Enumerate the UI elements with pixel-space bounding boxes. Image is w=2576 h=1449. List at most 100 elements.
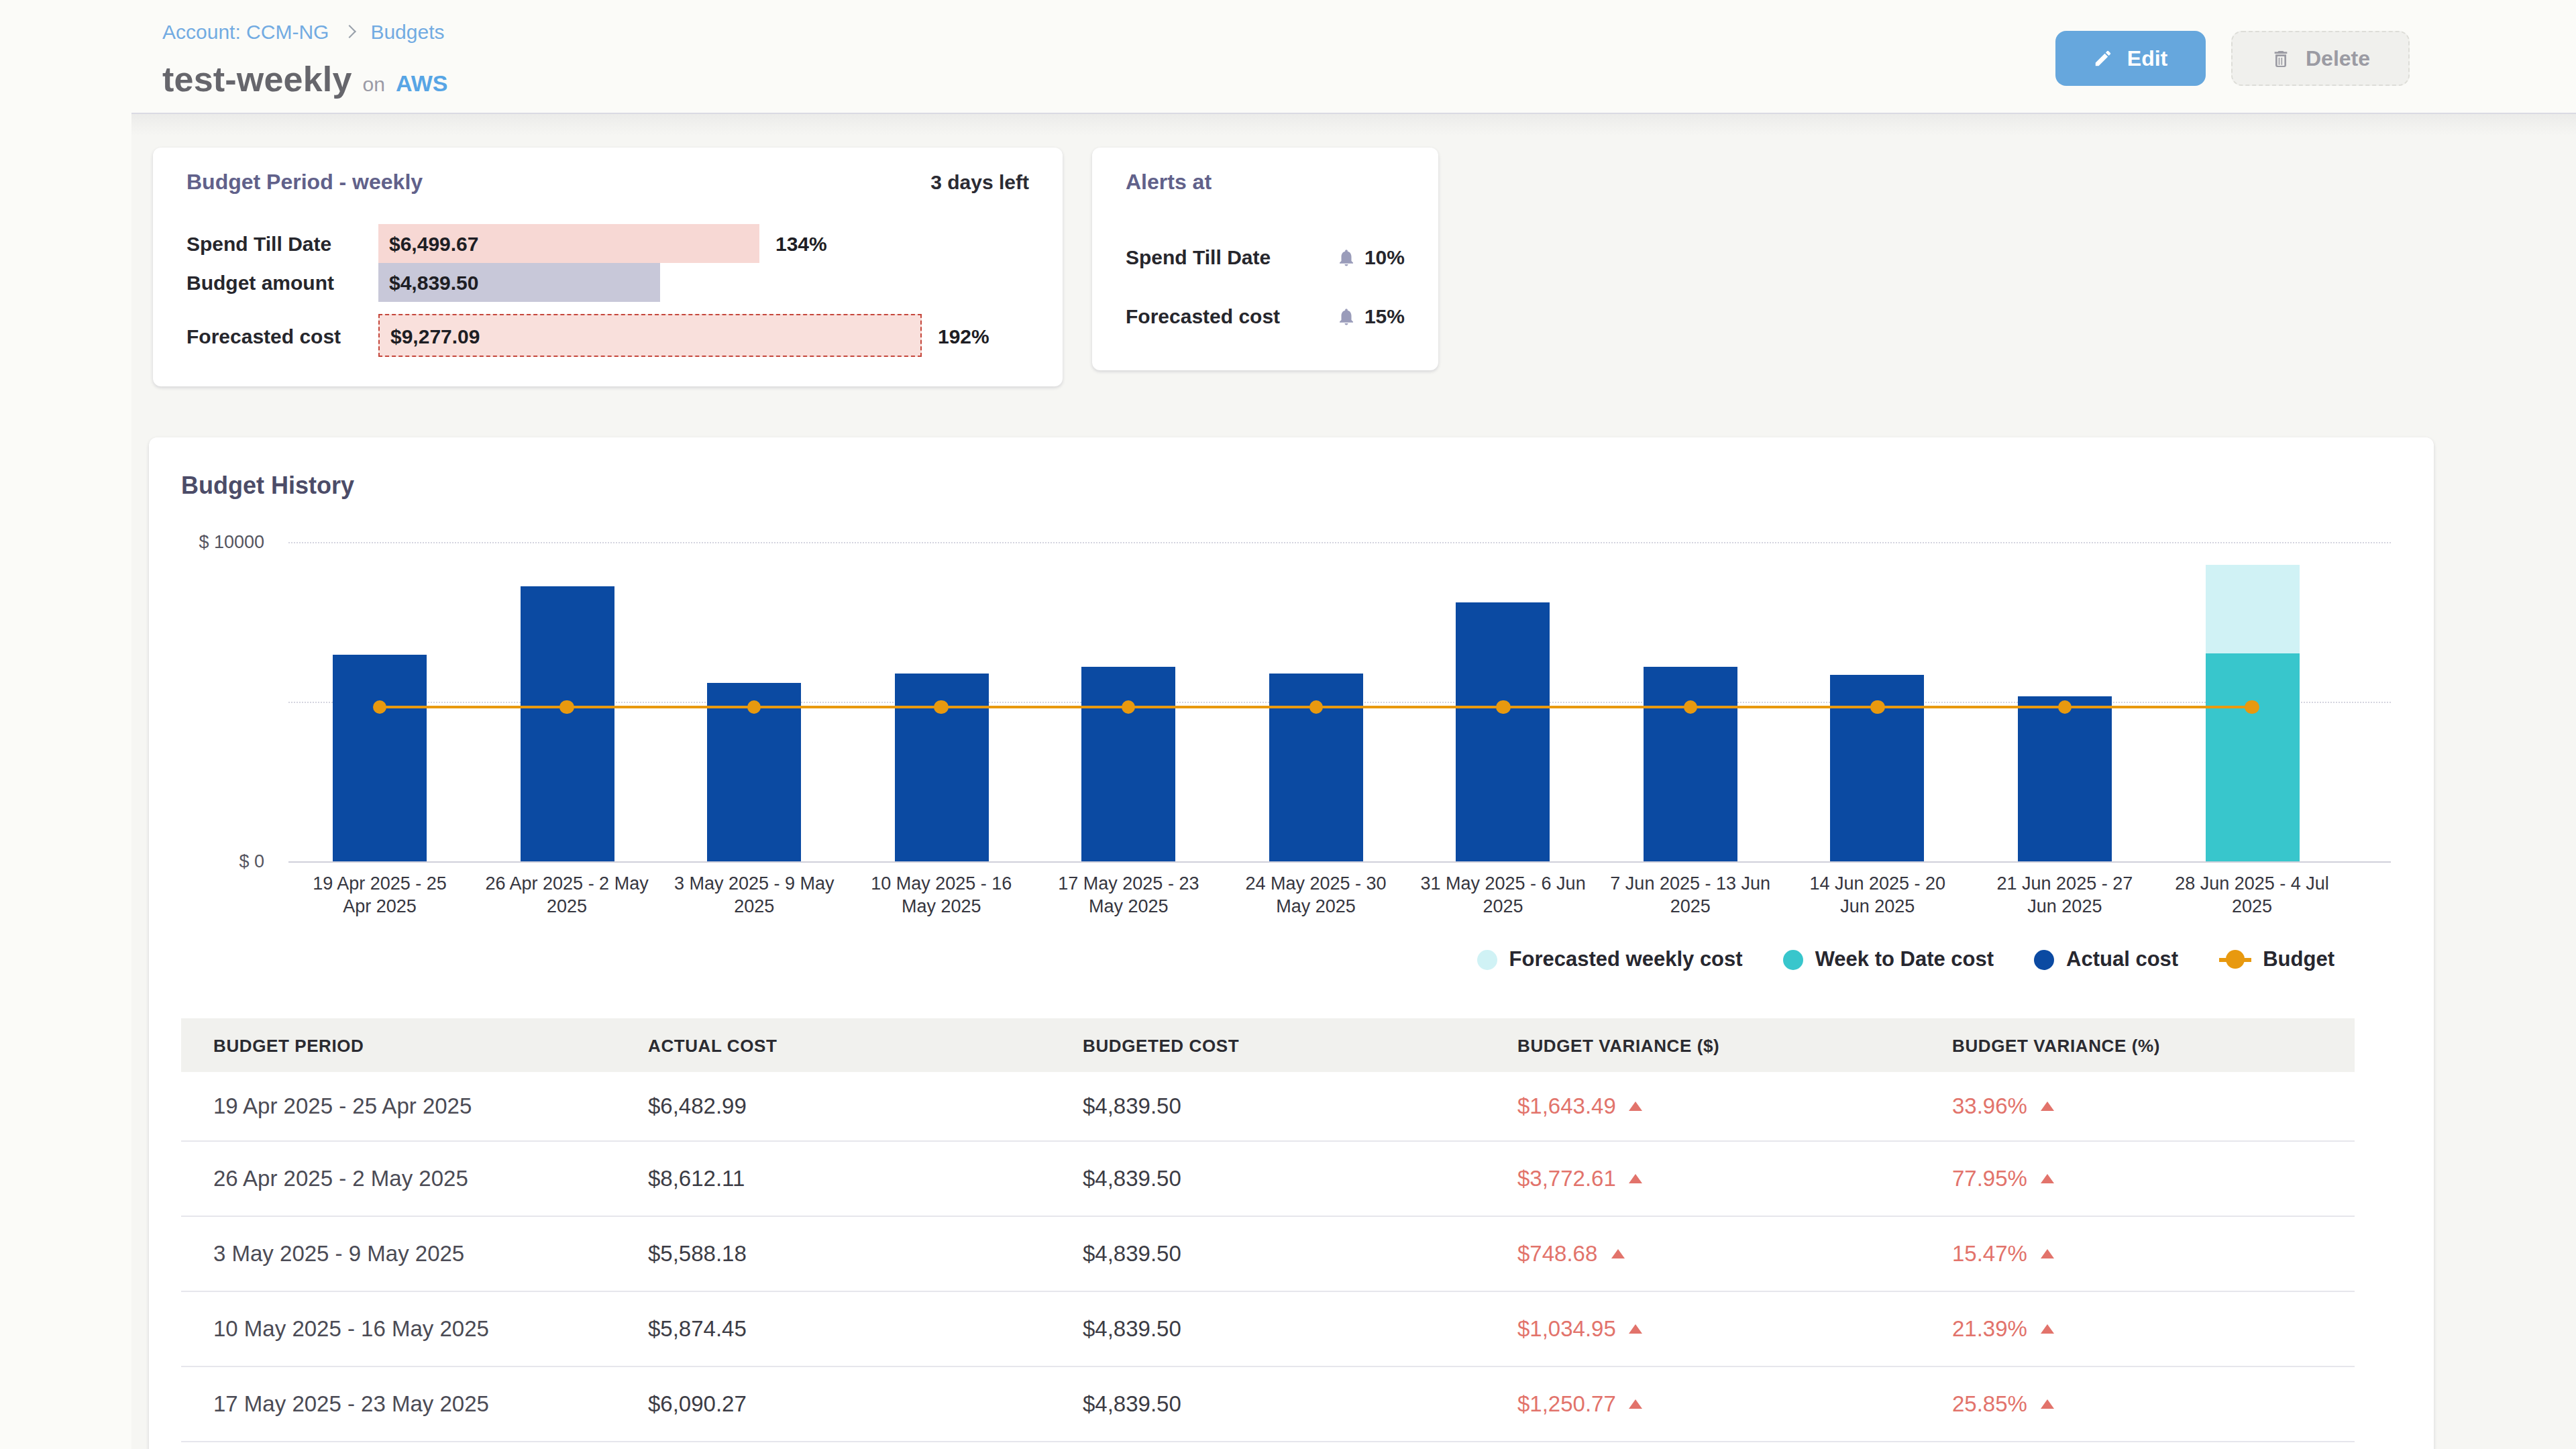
forecasted-cost-bar: $9,277.09 <box>378 314 922 357</box>
edit-button-label: Edit <box>2127 46 2167 70</box>
content-area: Budget Period - weekly 3 days left Spend… <box>131 113 2576 1449</box>
budget-line-point[interactable] <box>2245 700 2259 714</box>
actual-cost-bar[interactable] <box>520 586 614 861</box>
gridline-10000 <box>288 542 2391 543</box>
delete-button-label: Delete <box>2306 46 2370 70</box>
y-tick-zero: $ 0 <box>149 851 264 871</box>
week-to-date-cost-bar[interactable] <box>2205 654 2299 861</box>
cell-actual-cost: $8,612.11 <box>616 1166 1051 1191</box>
x-axis-label: 17 May 2025 - 23 May 2025 <box>1046 873 1212 918</box>
x-axis-label: 14 Jun 2025 - 20 Jun 2025 <box>1794 873 1960 918</box>
table-row[interactable]: 17 May 2025 - 23 May 2025$6,090.27$4,839… <box>181 1367 2355 1442</box>
cell-budget-period: 17 May 2025 - 23 May 2025 <box>181 1391 616 1417</box>
cell-budgeted-cost: $4,839.50 <box>1051 1241 1485 1267</box>
legend-item[interactable]: Forecasted weekly cost <box>1477 947 1743 971</box>
cell-budget-variance-usd: $1,250.77 <box>1485 1391 1920 1417</box>
table-row[interactable]: 19 Apr 2025 - 25 Apr 2025$6,482.99$4,839… <box>181 1072 2355 1142</box>
budget-amount-row: Budget amount $4,839.50 <box>186 263 660 302</box>
variance-up-icon <box>2041 1102 2054 1111</box>
table-header-row: BUDGET PERIODACTUAL COSTBUDGETED COSTBUD… <box>181 1018 2355 1072</box>
budget-amount-label: Budget amount <box>186 271 378 294</box>
forecasted-cost-label: Forecasted cost <box>186 324 378 347</box>
budget-period-card: Budget Period - weekly 3 days left Spend… <box>153 148 1063 386</box>
alert-spend-label: Spend Till Date <box>1126 246 1271 268</box>
actual-cost-bar[interactable] <box>1081 667 1175 861</box>
cell-actual-cost: $5,588.18 <box>616 1241 1051 1267</box>
spend-till-date-label: Spend Till Date <box>186 232 378 255</box>
breadcrumb-account-link[interactable]: Account: CCM-NG <box>162 20 329 43</box>
forecasted-cost-value: $9,277.09 <box>390 324 480 347</box>
table-row[interactable]: 3 May 2025 - 9 May 2025$5,588.18$4,839.5… <box>181 1217 2355 1292</box>
alert-value-group: 10% <box>1336 246 1405 268</box>
table-column-header: BUDGET VARIANCE (%) <box>1920 1035 2355 1055</box>
variance-up-icon <box>1629 1174 1643 1183</box>
table-row[interactable]: 10 May 2025 - 16 May 2025$5,874.45$4,839… <box>181 1292 2355 1367</box>
actual-cost-bar[interactable] <box>333 654 427 861</box>
variance-up-icon <box>2041 1249 2054 1258</box>
legend-item[interactable]: Week to Date cost <box>1783 947 1994 971</box>
variance-up-icon <box>1629 1102 1643 1111</box>
legend-item[interactable]: Actual cost <box>2034 947 2178 971</box>
x-axis-label: 19 Apr 2025 - 25 Apr 2025 <box>297 873 463 918</box>
legend-dot-icon <box>1477 949 1497 969</box>
page-header: Account: CCM-NG Budgets test-weekly on A… <box>0 0 2576 113</box>
table-column-header: ACTUAL COST <box>616 1035 1051 1055</box>
cell-budget-variance-pct: 77.95% <box>1920 1166 2355 1191</box>
actual-cost-bar[interactable] <box>1456 602 1550 861</box>
cell-budget-period: 3 May 2025 - 9 May 2025 <box>181 1241 616 1267</box>
budget-line-point[interactable] <box>1683 700 1697 714</box>
delete-button[interactable]: Delete <box>2231 31 2410 86</box>
spend-till-date-value: $6,499.67 <box>389 232 478 255</box>
actual-cost-bar[interactable] <box>2018 697 2112 861</box>
budget-detail-page: Account: CCM-NG Budgets test-weekly on A… <box>0 0 2576 1449</box>
legend-item[interactable]: Budget <box>2218 947 2334 971</box>
spend-till-date-row: Spend Till Date $6,499.67 134% <box>186 224 827 263</box>
x-axis-label: 24 May 2025 - 30 May 2025 <box>1233 873 1399 918</box>
chevron-right-icon <box>343 25 357 38</box>
edit-button[interactable]: Edit <box>2055 31 2206 86</box>
table-column-header: BUDGET VARIANCE ($) <box>1485 1035 1920 1055</box>
legend-label: Forecasted weekly cost <box>1509 947 1743 971</box>
variance-up-icon <box>2041 1399 2054 1409</box>
table-column-header: BUDGET PERIOD <box>181 1035 616 1055</box>
alert-row-spend: Spend Till Date 10% <box>1126 246 1405 268</box>
legend-label: Week to Date cost <box>1815 947 1994 971</box>
budget-line-point[interactable] <box>934 700 949 714</box>
table-row[interactable]: 26 Apr 2025 - 2 May 2025$8,612.11$4,839.… <box>181 1142 2355 1217</box>
cell-actual-cost: $5,874.45 <box>616 1316 1051 1342</box>
alert-spend-value: 10% <box>1364 246 1405 268</box>
alert-value-group: 15% <box>1336 305 1405 327</box>
spend-till-date-bar: $6,499.67 <box>378 224 759 263</box>
budget-period-card-title: Budget Period - weekly <box>186 170 423 195</box>
variance-up-icon <box>1629 1324 1643 1334</box>
cell-budget-variance-usd: $1,643.49 <box>1485 1093 1920 1119</box>
bell-icon <box>1336 305 1356 327</box>
budget-amount-bar: $4,839.50 <box>378 263 660 302</box>
cell-budget-variance-pct: 33.96% <box>1920 1093 2355 1119</box>
breadcrumb-budgets-link[interactable]: Budgets <box>370 20 444 43</box>
budget-line-point[interactable] <box>1870 700 1884 714</box>
variance-up-icon <box>2041 1324 2054 1334</box>
x-axis-label: 7 Jun 2025 - 13 Jun 2025 <box>1607 873 1773 918</box>
cell-budgeted-cost: $4,839.50 <box>1051 1166 1485 1191</box>
cell-budget-variance-pct: 25.85% <box>1920 1391 2355 1417</box>
legend-dot-icon <box>2034 949 2054 969</box>
content-top-shadow <box>131 114 2576 136</box>
cell-actual-cost: $6,482.99 <box>616 1093 1051 1119</box>
budget-line-point[interactable] <box>1309 700 1323 714</box>
budget-line-point[interactable] <box>1496 700 1510 714</box>
alert-forecast-label: Forecasted cost <box>1126 305 1280 327</box>
breadcrumb: Account: CCM-NG Budgets <box>162 20 445 43</box>
cell-budget-period: 19 Apr 2025 - 25 Apr 2025 <box>181 1093 616 1119</box>
days-left-label: 3 days left <box>930 170 1029 193</box>
cloud-provider-label: AWS <box>396 71 447 98</box>
title-connector: on <box>363 72 385 95</box>
forecasted-cost-row: Forecasted cost $9,277.09 192% <box>186 314 989 357</box>
budget-amount-value: $4,839.50 <box>389 271 478 294</box>
cell-budget-variance-usd: $748.68 <box>1485 1241 1920 1267</box>
budget-history-card: Budget History $ 10000$ 019 Apr 2025 - 2… <box>149 437 2434 1449</box>
actual-cost-bar[interactable] <box>1644 667 1737 861</box>
budget-line-point[interactable] <box>560 700 574 714</box>
variance-up-icon <box>1629 1399 1643 1409</box>
variance-up-icon <box>2041 1174 2054 1183</box>
